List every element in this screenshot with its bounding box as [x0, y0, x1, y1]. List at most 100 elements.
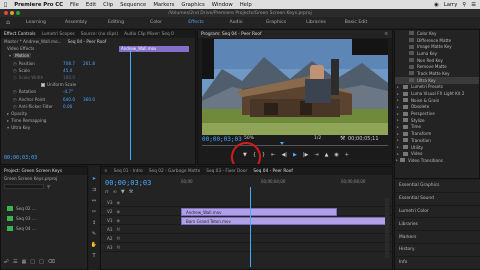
program-video-frame[interactable]: [202, 39, 388, 135]
home-icon[interactable]: ⌂: [0, 19, 16, 26]
eye-icon[interactable]: ◉: [117, 200, 121, 205]
program-timecode[interactable]: 00;00;03;03: [202, 136, 242, 143]
zoom-level-dropdown[interactable]: 50%: [244, 136, 254, 141]
play-icon[interactable]: ▶: [293, 152, 297, 158]
tab-seq-02[interactable]: Seq 02 - Garbage Matte: [149, 169, 200, 174]
add-marker-icon[interactable]: ▼: [121, 189, 125, 195]
prop-rotation[interactable]: ◷ Rotation -4.7°: [1, 88, 195, 95]
uniform-scale-checkbox[interactable]: [41, 82, 45, 87]
anti-flicker-value[interactable]: 0.00: [63, 104, 72, 109]
search-icon[interactable]: ⚲: [462, 2, 466, 8]
timeline-timecode[interactable]: 00;00;03;03: [105, 179, 151, 187]
timeline-scrollbar[interactable]: [385, 198, 389, 258]
workspace-learning[interactable]: Learning: [16, 20, 56, 25]
expand-arrow-icon[interactable]: ▾: [9, 53, 11, 58]
effect-folder[interactable]: ▸ Video Transitions: [395, 157, 479, 164]
mute-icon[interactable]: M: [117, 227, 121, 232]
project-search-input[interactable]: [4, 184, 44, 190]
program-title[interactable]: Program: Seq 04 - Peer Roof: [201, 32, 262, 37]
tab-effect-controls[interactable]: Effect Controls: [4, 32, 36, 37]
fx-ultra-key-row[interactable]: ▾ Ultra Key: [1, 124, 195, 131]
panel-lumetri-color[interactable]: Lumetri Color: [395, 206, 480, 219]
new-item-icon[interactable]: □: [39, 259, 44, 265]
effect-folder[interactable]: ▸ Transform: [395, 130, 479, 137]
effect-folder[interactable]: ▸ Perspective: [395, 110, 479, 117]
workspace-basic-edit[interactable]: Basic Edit: [336, 20, 376, 25]
close-window-button[interactable]: [4, 11, 8, 15]
position-x-value[interactable]: 708.7: [63, 61, 75, 66]
track-v3[interactable]: V3 ◉: [101, 198, 392, 207]
panel-info[interactable]: Info: [395, 257, 480, 270]
workspace-libraries[interactable]: Libraries: [296, 20, 336, 25]
track-a3[interactable]: A3 M: [101, 243, 392, 252]
search-icon[interactable]: ⚲: [47, 184, 50, 189]
effect-controls-playhead[interactable]: [130, 50, 131, 160]
master-clip-name[interactable]: Master * Andrew_Wall.mo...: [4, 39, 62, 44]
timeline-close-icon[interactable]: ×: [104, 169, 108, 174]
tab-seq-01[interactable]: Seq 01 - Intro: [114, 169, 143, 174]
effect-item[interactable]: Non Red Key: [395, 57, 479, 64]
eye-icon[interactable]: ◉: [117, 218, 121, 223]
panel-history[interactable]: History: [395, 244, 480, 257]
stopwatch-icon[interactable]: ◷: [13, 89, 17, 94]
effect-item[interactable]: Image Matte Key: [395, 43, 479, 50]
tab-lumetri-scopes[interactable]: Lumetri Scopes: [42, 32, 75, 37]
expand-arrow-icon[interactable]: ▸: [7, 118, 9, 123]
effect-item[interactable]: Color Key: [395, 30, 479, 37]
effect-item[interactable]: Track Matte Key: [395, 70, 479, 77]
effect-folder[interactable]: ▸ Transition: [395, 137, 479, 144]
go-to-in-icon[interactable]: ⇤: [271, 152, 275, 158]
menu-help[interactable]: Help: [240, 2, 252, 8]
anchor-y-value[interactable]: 360.0: [83, 97, 95, 102]
slip-tool-icon[interactable]: ↕: [92, 220, 96, 226]
mute-icon[interactable]: M: [117, 236, 121, 241]
lift-icon[interactable]: ▲: [325, 152, 329, 158]
panel-essential-graphics[interactable]: Essential Graphics: [395, 180, 480, 193]
snap-icon[interactable]: ∩: [105, 189, 109, 195]
scale-value[interactable]: 45.0: [63, 68, 72, 73]
type-tool-icon[interactable]: T: [92, 253, 95, 259]
zoom-window-button[interactable]: [16, 11, 20, 15]
menu-list-icon[interactable]: ☰: [471, 2, 476, 8]
user-name[interactable]: Larry: [444, 2, 458, 8]
menu-clip[interactable]: Clip: [103, 2, 113, 8]
anchor-x-value[interactable]: 640.0: [63, 97, 75, 102]
timeline-playhead[interactable]: [250, 187, 251, 267]
effect-controls-timecode[interactable]: 00;00;03;03: [4, 155, 37, 161]
panel-libraries[interactable]: Libraries: [395, 218, 480, 232]
prop-position[interactable]: ◷ Position 708.7 261.8: [1, 60, 195, 67]
project-item[interactable]: Seq 04 ...: [1, 223, 87, 233]
eye-icon[interactable]: ◉: [117, 209, 121, 214]
workspace-color[interactable]: Color: [136, 20, 176, 25]
minimize-window-button[interactable]: [10, 11, 14, 15]
menu-edit[interactable]: Edit: [86, 2, 96, 8]
panel-menu-icon[interactable]: ≡: [384, 32, 388, 37]
fx-time-remap-row[interactable]: ▸ Time Remapping: [1, 117, 195, 124]
effect-folder[interactable]: ▸ Utility: [395, 144, 479, 151]
stopwatch-icon[interactable]: ◷: [13, 61, 17, 66]
timeline-ruler[interactable]: 00;00 00;00;04;00 00;00;08;00: [181, 179, 389, 189]
effect-folder[interactable]: ▸ Video: [395, 150, 479, 157]
mute-icon[interactable]: M: [117, 245, 121, 250]
effect-item-selected[interactable]: Ultra Key: [395, 76, 479, 84]
project-title[interactable]: Project: Green Screen Keys: [4, 169, 62, 174]
effect-folder[interactable]: ▸ Time: [395, 124, 479, 131]
linked-selection-icon[interactable]: ∞: [113, 189, 117, 195]
go-to-out-icon[interactable]: ⇥: [314, 152, 318, 158]
razor-tool-icon[interactable]: ✂: [92, 209, 96, 215]
stopwatch-icon[interactable]: ◷: [13, 68, 17, 73]
tab-seq-04[interactable]: Seq 04 - Peer Roof: [253, 169, 293, 174]
prop-anti-flicker[interactable]: ◷ Anti-flicker Filter 0.00: [1, 103, 195, 110]
export-frame-icon[interactable]: ◉: [334, 152, 338, 158]
tab-seq-03[interactable]: Seq 03 - Fixer Door: [206, 169, 247, 174]
menu-file[interactable]: File: [70, 2, 79, 8]
effect-item[interactable]: Remove Matte: [395, 63, 479, 70]
prop-scale[interactable]: ◷ Scale 45.0: [1, 67, 195, 74]
workspace-editing[interactable]: Editing: [96, 20, 136, 25]
effect-folder[interactable]: ▸ Stylize: [395, 117, 479, 124]
program-playhead[interactable]: [280, 142, 284, 145]
fx-motion-row[interactable]: ▾ Motion: [1, 52, 195, 59]
workspace-audio[interactable]: Audio: [216, 20, 256, 25]
clip-andrew-wall[interactable]: Andrew_Wall.mov: [181, 208, 337, 216]
add-button-icon[interactable]: +: [345, 152, 349, 158]
